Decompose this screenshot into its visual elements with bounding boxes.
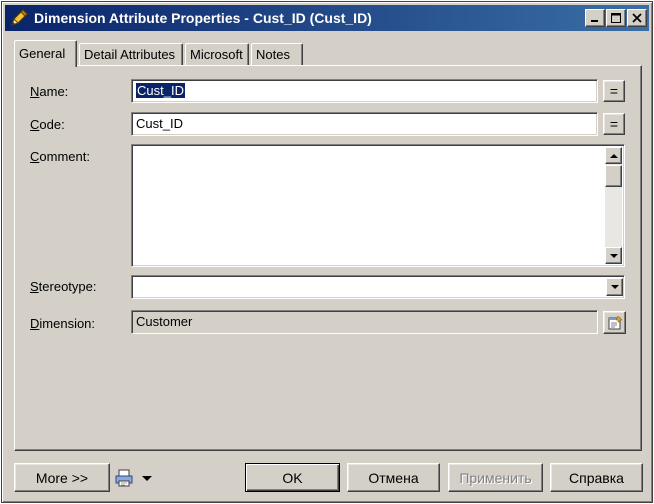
window-title: Dimension Attribute Properties - Cust_ID…: [34, 10, 372, 26]
maximize-button[interactable]: [606, 9, 626, 27]
code-equals-button[interactable]: =: [603, 113, 625, 135]
more-button[interactable]: More >>: [14, 463, 110, 492]
name-input[interactable]: Cust_ID: [131, 79, 598, 103]
print-dropdown[interactable]: [114, 466, 156, 490]
name-equals-button[interactable]: =: [603, 80, 625, 102]
stereotype-label: Stereotype:: [30, 279, 97, 294]
minimize-icon: [591, 20, 598, 22]
code-input[interactable]: Cust_ID: [131, 112, 598, 136]
equals-label: =: [609, 83, 619, 99]
dimension-value: Customer: [136, 314, 193, 329]
maximize-icon: [611, 13, 621, 23]
equals-label: =: [609, 116, 619, 132]
code-value: Cust_ID: [136, 116, 183, 131]
scroll-down-button[interactable]: [605, 247, 622, 264]
help-label: Справка: [569, 469, 624, 486]
comment-textarea[interactable]: [131, 144, 625, 267]
comment-scrollbar[interactable]: [605, 147, 622, 264]
printer-icon: [115, 469, 133, 487]
comment-value: [132, 145, 624, 151]
scroll-up-button[interactable]: [605, 147, 622, 164]
tab-label: General: [19, 46, 66, 61]
dimension-label: Dimension:: [30, 316, 96, 331]
stereotype-dropdown-button[interactable]: [606, 278, 623, 296]
dialog-window: Dimension Attribute Properties - Cust_ID…: [1, 1, 653, 503]
pencil-icon: [11, 9, 28, 26]
help-button[interactable]: Справка: [550, 463, 643, 492]
cancel-label: Отмена: [368, 469, 419, 486]
tab-label: Detail Attributes: [84, 47, 176, 62]
stereotype-combobox[interactable]: [131, 275, 625, 299]
tab-general[interactable]: General: [14, 40, 77, 67]
name-label: Name:: [30, 84, 69, 99]
comment-label: Comment:: [30, 149, 90, 164]
close-button[interactable]: [627, 9, 647, 27]
arrow-down-icon: [609, 253, 618, 258]
minimize-button[interactable]: [585, 9, 605, 27]
name-value: Cust_ID: [136, 83, 185, 98]
chevron-down-icon: [610, 285, 619, 289]
dimension-properties-button[interactable]: [603, 311, 626, 334]
ok-label: OK: [282, 469, 303, 486]
scroll-thumb[interactable]: [605, 165, 622, 187]
tab-notes[interactable]: Notes: [251, 43, 303, 66]
chevron-down-icon: [142, 475, 152, 481]
cancel-button[interactable]: Отмена: [347, 463, 440, 492]
dimension-field: Customer: [131, 310, 598, 334]
title-bar[interactable]: Dimension Attribute Properties - Cust_ID…: [5, 5, 649, 31]
tab-label: Notes: [256, 47, 290, 62]
code-label: Code:: [30, 117, 65, 132]
tab-label: Microsoft: [190, 47, 243, 62]
tab-microsoft[interactable]: Microsoft: [185, 43, 249, 66]
tab-detail-attributes[interactable]: Detail Attributes: [79, 43, 183, 66]
properties-icon: [608, 315, 623, 329]
apply-label: Применить: [459, 469, 532, 486]
close-icon: [632, 13, 642, 23]
arrow-up-icon: [609, 153, 618, 158]
more-label: More >>: [35, 469, 89, 486]
apply-button[interactable]: Применить: [448, 463, 543, 492]
ok-button[interactable]: OK: [245, 463, 340, 492]
